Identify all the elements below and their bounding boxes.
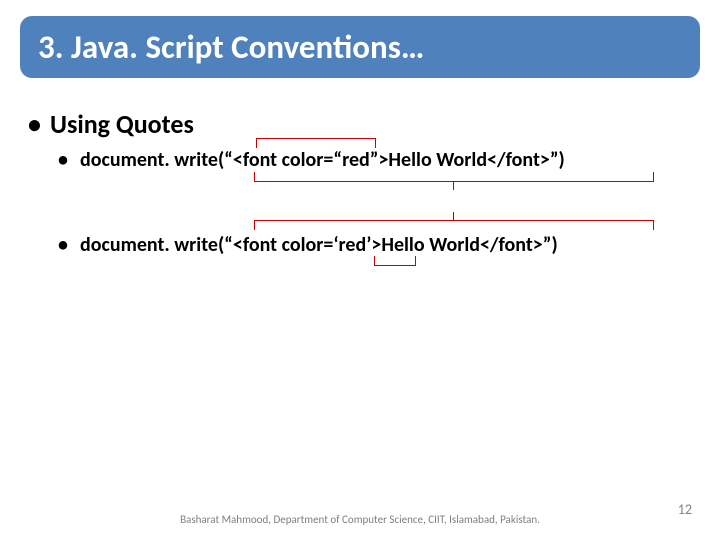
bracket-line1-top-small (256, 138, 376, 148)
code-line-1: document. write(“<font color=“red”>Hello… (58, 148, 692, 173)
footer-attribution-text: Basharat Mahmood, Department of Computer… (180, 513, 540, 526)
title-band: 3. Java. Script Conventions… (20, 16, 700, 78)
slide: 3. Java. Script Conventions… Using Quote… (0, 0, 720, 540)
bracket-line1-bottom-wide (254, 172, 654, 182)
footer-attribution: Basharat Mahmood, Department of Computer… (0, 513, 720, 526)
slide-body: Using Quotes document. write(“<font colo… (28, 108, 692, 262)
page-number: 12 (678, 501, 692, 518)
bracket-line2-top-center-tick (453, 212, 454, 220)
bracket-line1-bottom-center-tick (453, 182, 454, 190)
code-line-2: document. write(“<font color=‘red’>Hello… (58, 233, 692, 258)
bullet-heading: Using Quotes (28, 108, 692, 140)
bracket-line2-top-wide (254, 220, 654, 230)
slide-title: 3. Java. Script Conventions… (38, 27, 424, 67)
bracket-line2-bottom-small (374, 256, 416, 266)
